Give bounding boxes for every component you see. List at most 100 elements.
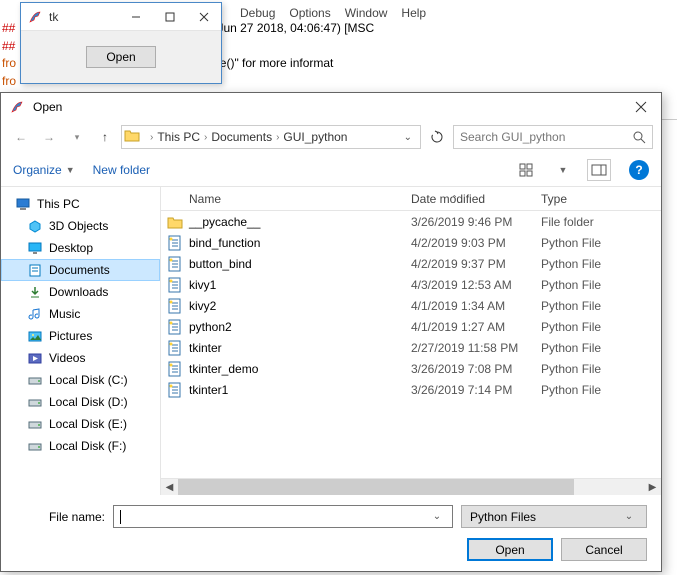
chevron-down-icon: ⌄: [620, 511, 638, 522]
chevron-down-icon[interactable]: ⌄: [428, 511, 446, 522]
scroll-right-icon[interactable]: ▶: [644, 479, 661, 496]
address-bar[interactable]: › This PC › Documents › GUI_python ⌄: [121, 125, 421, 149]
file-row[interactable]: tkinter13/26/2019 7:14 PMPython File: [161, 379, 661, 400]
file-date: 3/26/2019 7:14 PM: [411, 383, 541, 397]
tree-item-pictures[interactable]: Pictures: [1, 325, 160, 347]
nav-up-icon[interactable]: ↑: [93, 125, 117, 149]
file-row[interactable]: bind_function4/2/2019 9:03 PMPython File: [161, 232, 661, 253]
dialog-title: Open: [33, 100, 621, 114]
dialog-bottom: File name: ⌄ Python Files ⌄ Open Cancel: [1, 495, 661, 571]
tree-item-music[interactable]: Music: [1, 303, 160, 325]
nav-tree[interactable]: This PC3D ObjectsDesktopDocumentsDownloa…: [1, 187, 161, 495]
file-date: 2/27/2019 11:58 PM: [411, 341, 541, 355]
scroll-track[interactable]: [178, 479, 644, 496]
tree-item-desktop[interactable]: Desktop: [1, 237, 160, 259]
new-folder-button[interactable]: New folder: [93, 163, 150, 177]
file-row[interactable]: tkinter_demo3/26/2019 7:08 PMPython File: [161, 358, 661, 379]
python-file-icon: [161, 382, 189, 398]
view-dropdown-icon[interactable]: ▼: [557, 159, 569, 181]
preview-pane-button[interactable]: [587, 159, 611, 181]
tk-feather-icon: [25, 7, 45, 27]
tk-titlebar[interactable]: tk: [21, 3, 221, 31]
organize-button[interactable]: Organize▼: [13, 163, 75, 177]
nav-recent-icon[interactable]: ▾: [65, 125, 89, 149]
tree-item-videos[interactable]: Videos: [1, 347, 160, 369]
tree-item-this-pc[interactable]: This PC: [1, 193, 160, 215]
search-input[interactable]: Search GUI_python: [453, 125, 653, 149]
pc-icon: [15, 196, 31, 212]
tree-item-local-disk-d-[interactable]: Local Disk (D:): [1, 391, 160, 413]
file-row[interactable]: button_bind4/2/2019 9:37 PMPython File: [161, 253, 661, 274]
column-type[interactable]: Type: [541, 192, 661, 206]
file-row[interactable]: python24/1/2019 1:27 AMPython File: [161, 316, 661, 337]
view-mode-button[interactable]: [515, 159, 539, 181]
file-list-pane: ⌃ Name Date modified Type __pycache__3/2…: [161, 187, 661, 495]
close-icon[interactable]: [187, 3, 221, 31]
chevron-right-icon[interactable]: ›: [276, 132, 279, 143]
open-button[interactable]: Open: [467, 538, 553, 561]
file-name: __pycache__: [189, 215, 411, 229]
tree-item-local-disk-e-[interactable]: Local Disk (E:): [1, 413, 160, 435]
cancel-button[interactable]: Cancel: [561, 538, 647, 561]
file-date: 3/26/2019 7:08 PM: [411, 362, 541, 376]
nav-forward-icon[interactable]: →: [37, 125, 61, 149]
crumb-documents[interactable]: Documents: [211, 130, 272, 144]
feather-icon: [7, 97, 27, 117]
file-row[interactable]: __pycache__3/26/2019 9:46 PMFile folder: [161, 211, 661, 232]
menu-debug[interactable]: Debug: [240, 6, 275, 20]
chevron-right-icon[interactable]: ›: [150, 132, 153, 143]
scroll-thumb[interactable]: [178, 479, 574, 496]
crumb-gui-python[interactable]: GUI_python: [283, 130, 347, 144]
file-row[interactable]: kivy14/3/2019 12:53 AMPython File: [161, 274, 661, 295]
file-row[interactable]: kivy24/1/2019 1:34 AMPython File: [161, 295, 661, 316]
tree-item-local-disk-f-[interactable]: Local Disk (F:): [1, 435, 160, 457]
tree-item-label: Local Disk (D:): [49, 395, 128, 409]
file-type: Python File: [541, 257, 661, 271]
tree-item-local-disk-c-[interactable]: Local Disk (C:): [1, 369, 160, 391]
python-file-icon: [161, 235, 189, 251]
disk-icon: [27, 394, 43, 410]
column-date[interactable]: Date modified: [411, 192, 541, 206]
chevron-down-icon[interactable]: ⌄: [398, 132, 418, 143]
tree-item-documents[interactable]: Documents: [1, 259, 160, 281]
file-date: 4/3/2019 12:53 AM: [411, 278, 541, 292]
refresh-icon[interactable]: [425, 125, 449, 149]
tree-item-3d-objects[interactable]: 3D Objects: [1, 215, 160, 237]
tree-item-label: Videos: [49, 351, 85, 365]
nav-back-icon[interactable]: ←: [9, 125, 33, 149]
file-name: bind_function: [189, 236, 411, 250]
file-row[interactable]: tkinter2/27/2019 11:58 PMPython File: [161, 337, 661, 358]
file-name: python2: [189, 320, 411, 334]
chevron-right-icon[interactable]: ›: [204, 132, 207, 143]
dialog-titlebar[interactable]: Open: [1, 93, 661, 121]
address-row: ← → ▾ ↑ › This PC › Documents › GUI_pyth…: [1, 121, 661, 153]
help-icon[interactable]: ?: [629, 160, 649, 180]
file-rows: __pycache__3/26/2019 9:46 PMFile folderb…: [161, 211, 661, 478]
disk-icon: [27, 372, 43, 388]
filename-label: File name:: [15, 510, 105, 524]
python-file-icon: [161, 256, 189, 272]
crumb-this-pc[interactable]: This PC: [157, 130, 200, 144]
menu-help[interactable]: Help: [401, 6, 426, 20]
minimize-icon[interactable]: [119, 3, 153, 31]
column-name[interactable]: Name: [161, 192, 411, 206]
maximize-icon[interactable]: [153, 3, 187, 31]
file-type: Python File: [541, 299, 661, 313]
file-type-filter[interactable]: Python Files ⌄: [461, 505, 647, 528]
tree-item-label: Local Disk (C:): [49, 373, 128, 387]
filename-input[interactable]: ⌄: [113, 505, 453, 528]
folder-icon: [161, 215, 189, 229]
file-date: 3/26/2019 9:46 PM: [411, 215, 541, 229]
close-icon[interactable]: [621, 93, 661, 121]
tk-open-button[interactable]: Open: [86, 46, 156, 68]
file-type: Python File: [541, 383, 661, 397]
file-type: File folder: [541, 215, 661, 229]
horizontal-scrollbar[interactable]: ◀ ▶: [161, 478, 661, 495]
menu-window[interactable]: Window: [345, 6, 388, 20]
file-open-dialog: Open ← → ▾ ↑ › This PC › Documents › GUI…: [0, 92, 662, 572]
menu-options[interactable]: Options: [289, 6, 330, 20]
scroll-left-icon[interactable]: ◀: [161, 479, 178, 496]
tree-item-downloads[interactable]: Downloads: [1, 281, 160, 303]
chevron-down-icon: ▼: [66, 165, 75, 175]
file-type: Python File: [541, 278, 661, 292]
